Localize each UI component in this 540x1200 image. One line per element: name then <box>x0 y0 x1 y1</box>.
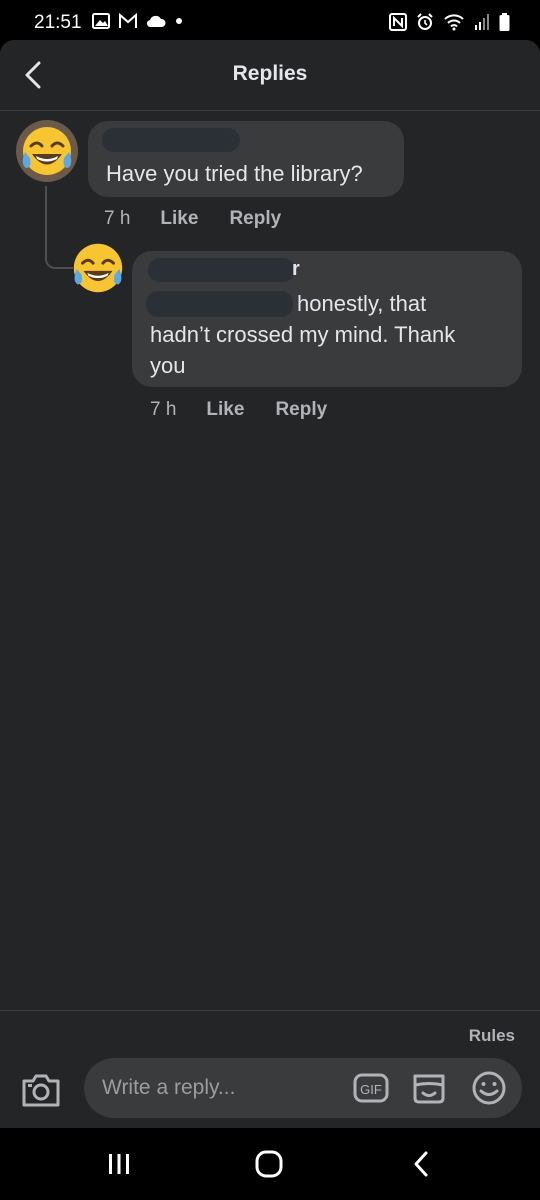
comment-text-line: hadn’t crossed my mind. Thank <box>150 322 456 347</box>
camera-button[interactable] <box>20 1070 62 1110</box>
gmail-icon <box>119 13 137 28</box>
home-icon <box>255 1150 283 1178</box>
footer-divider <box>0 1010 540 1011</box>
header: Replies <box>0 40 540 111</box>
comment-meta: 7 h Like Reply <box>150 399 327 421</box>
comment-text-line: you <box>150 353 186 378</box>
system-nav-bar <box>0 1128 540 1200</box>
gif-button[interactable]: GIF <box>352 1070 390 1106</box>
signal-icon <box>475 14 489 30</box>
redacted-author-name <box>148 258 295 282</box>
status-left-icons <box>92 13 184 29</box>
like-button[interactable]: Like <box>206 399 244 421</box>
comment-text-line: honestly, that <box>297 291 427 316</box>
redacted-author-name <box>102 128 240 152</box>
thread-connector <box>45 186 73 269</box>
nfc-icon <box>389 13 407 31</box>
comment-bubble[interactable]: r honestly, that hadn’t crossed my mind.… <box>132 251 522 387</box>
status-time: 21:51 <box>34 12 82 33</box>
comment-bubble[interactable]: Have you tried the library? <box>88 121 404 197</box>
comment-meta: 7 h Like Reply <box>104 208 281 230</box>
dot-icon <box>176 18 182 24</box>
rules-link[interactable]: Rules <box>469 1026 515 1046</box>
svg-text:GIF: GIF <box>360 1082 382 1097</box>
redacted-mention <box>146 291 293 317</box>
comment-time: 7 h <box>104 208 131 229</box>
replies-screen: Replies Have you tried the library? 7 h … <box>0 40 540 1128</box>
comment-text: Have you tried the library? <box>106 161 363 186</box>
back-nav-button[interactable] <box>401 1148 441 1180</box>
avatar[interactable] <box>16 120 78 182</box>
like-button[interactable]: Like <box>160 208 198 230</box>
back-icon <box>414 1151 428 1177</box>
gif-icon: GIF <box>353 1073 389 1103</box>
reply-composer: GIF <box>84 1058 522 1118</box>
camera-icon <box>22 1074 60 1107</box>
reply-input[interactable] <box>102 1058 342 1118</box>
battery-icon <box>499 13 510 31</box>
emoji-icon <box>472 1071 506 1105</box>
recents-icon <box>109 1154 129 1174</box>
sticker-button[interactable] <box>410 1070 448 1106</box>
avatar[interactable] <box>68 238 128 298</box>
emoji-button[interactable] <box>470 1070 508 1106</box>
status-bar: 21:51 <box>0 0 540 44</box>
recents-button[interactable] <box>99 1148 139 1180</box>
sticker-icon <box>413 1074 445 1104</box>
gallery-icon <box>92 13 110 29</box>
author-name-suffix: r <box>292 258 300 280</box>
reply-button[interactable]: Reply <box>229 208 281 230</box>
cloud-icon <box>146 15 166 28</box>
comment-time: 7 h <box>150 399 177 420</box>
reply-button[interactable]: Reply <box>275 399 327 421</box>
page-title: Replies <box>232 62 308 85</box>
wifi-icon <box>444 14 464 31</box>
status-right-icons <box>389 13 510 31</box>
tears-of-joy-emoji-icon <box>22 127 72 175</box>
alarm-icon <box>417 13 433 30</box>
home-button[interactable] <box>249 1148 289 1180</box>
tears-of-joy-emoji-icon <box>73 243 123 293</box>
